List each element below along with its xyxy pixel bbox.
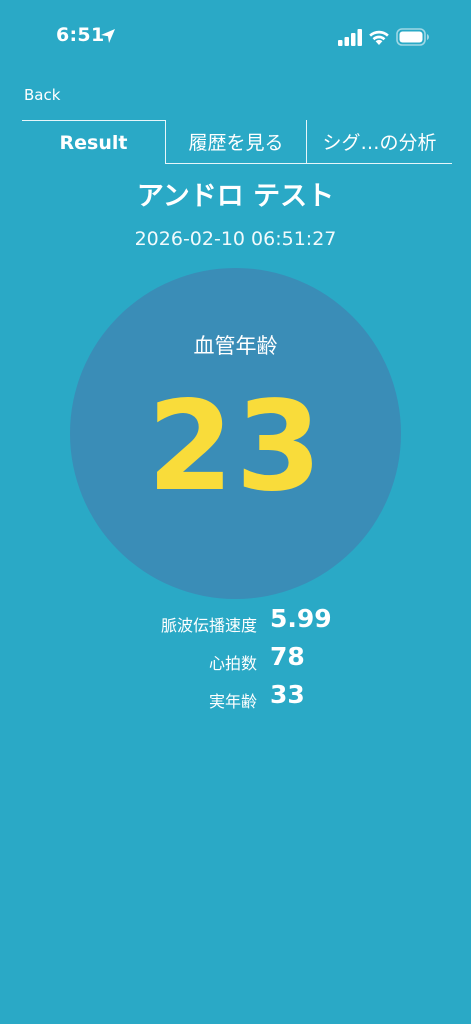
app-screen: 6:51 Back Result 履歴を見る シグ…の分析 アンドロ テスト 2… [0,0,471,1024]
vascular-age-value: 23 [147,375,324,519]
stat-value: 78 [270,642,305,671]
vascular-age-circle: 血管年齢 23 [70,268,401,599]
tab-result[interactable]: Result [22,120,165,164]
stat-label: 実年齢 [208,692,257,711]
stat-label: 心拍数 [208,654,257,673]
status-time: 6:51 [56,24,105,46]
location-arrow-icon [101,29,115,43]
tab-history[interactable]: 履歴を見る [165,120,306,164]
vascular-age-label: 血管年齢 [193,334,278,358]
stat-label: 脈波伝播速度 [160,616,257,635]
stat-value: 5.99 [270,604,332,633]
tab-signal-analysis[interactable]: シグ…の分析 [306,120,452,164]
measurement-timestamp: 2026-02-10 06:51:27 [134,228,337,250]
back-button[interactable]: Back [24,86,60,104]
test-title: アンドロ テスト [136,181,335,212]
stat-value: 33 [270,680,305,709]
wifi-icon [369,30,389,45]
cellular-signal-icon [338,29,362,46]
tab-bar: Result 履歴を見る シグ…の分析 [22,120,452,164]
stat-row-pwv: 脈波伝播速度 5.99 [0,604,471,640]
battery-icon [396,28,429,46]
stat-row-heart-rate: 心拍数 78 [0,642,471,678]
stat-row-actual-age: 実年齢 33 [0,680,471,716]
status-bar: 6:51 [0,0,471,78]
